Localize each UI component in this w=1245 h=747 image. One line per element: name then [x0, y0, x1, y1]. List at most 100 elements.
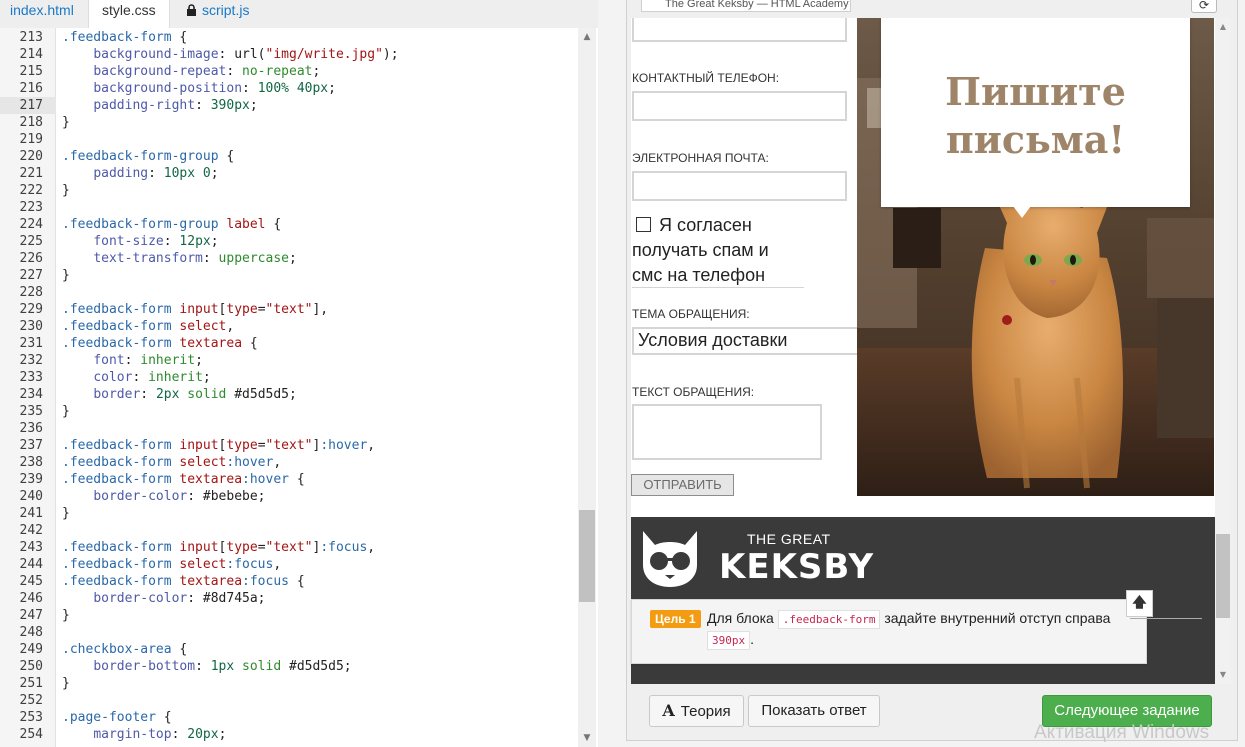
- line-number: 222: [19, 183, 43, 198]
- editor-tabbar: index.html style.css script.js: [0, 0, 598, 28]
- scroll-down-arrow-icon[interactable]: ▼: [1218, 670, 1228, 680]
- scroll-down-arrow-icon[interactable]: ▼: [582, 733, 592, 743]
- line-number: 246: [19, 591, 43, 606]
- line-number: 243: [19, 540, 43, 555]
- app-root: index.html style.css script.js 213 214 215…: [0, 0, 1245, 747]
- line-number: 233: [19, 370, 43, 385]
- code-token: :: [140, 387, 156, 402]
- scroll-up-arrow-icon[interactable]: ▲: [1218, 22, 1228, 32]
- code-line: }: [62, 505, 70, 522]
- editor-scrollbar[interactable]: ▲ ▼: [578, 28, 596, 747]
- line-number: 250: [19, 659, 43, 674]
- code-token: border-color: [93, 591, 188, 606]
- code-line: .feedback-form textarea:hover {: [62, 471, 305, 488]
- banner-heading: Пишите письма!: [945, 69, 1126, 162]
- scrollbar-thumb[interactable]: [579, 510, 595, 602]
- code-token: :focus: [320, 540, 368, 555]
- line-number: 227: [19, 268, 43, 283]
- code-token: :: [195, 659, 211, 674]
- code-token: "text": [265, 302, 313, 317]
- line-number: 248: [19, 625, 43, 640]
- subject-label: Тема обращения:: [632, 307, 750, 321]
- email-label: Электронная почта:: [632, 151, 769, 165]
- code-token: .feedback-form-group: [62, 149, 219, 164]
- windows-activation-watermark: Активация Windows: [1034, 722, 1210, 743]
- code-token: ,: [273, 455, 282, 470]
- task-text-end: .: [750, 631, 755, 647]
- preview-scrollbar[interactable]: ▲ ▼: [1215, 18, 1231, 684]
- code-token: ;: [249, 98, 258, 113]
- code-token: "text": [265, 540, 313, 555]
- code-area[interactable]: .feedback-form { background-image: url("…: [56, 28, 578, 747]
- code-line: border-color: #bebebe;: [62, 488, 265, 505]
- line-number: 221: [19, 166, 43, 181]
- code-token: text-transform: [93, 251, 203, 266]
- code-token: .feedback-form: [62, 574, 172, 589]
- message-textarea[interactable]: [632, 404, 822, 460]
- code-line: border: 2px solid #d5d5d5;: [62, 386, 297, 403]
- phone-field[interactable]: [632, 91, 847, 121]
- line-number: 226: [19, 251, 43, 266]
- refresh-button[interactable]: ⟳: [1191, 0, 1217, 13]
- code-token: .feedback-form: [62, 438, 172, 453]
- name-field[interactable]: [632, 18, 847, 42]
- code-token: solid: [187, 387, 227, 402]
- line-number: 240: [19, 489, 43, 504]
- code-token: :hover: [320, 438, 368, 453]
- code-token: .feedback-form: [62, 455, 172, 470]
- code-token: .feedback-form: [62, 540, 172, 555]
- code-line: .feedback-form {: [62, 29, 187, 46]
- tab-index-html[interactable]: index.html: [0, 0, 88, 28]
- show-answer-button[interactable]: Показать ответ: [748, 695, 880, 727]
- code-token: font: [93, 353, 125, 368]
- code-line: background-image: url("img/write.jpg");: [62, 46, 398, 63]
- pin-task-button[interactable]: 🡅: [1126, 590, 1153, 617]
- tab-script-js[interactable]: script.js: [170, 0, 260, 28]
- email-field[interactable]: [632, 171, 847, 201]
- code-line: }: [62, 675, 70, 692]
- message-label: Текст обращения:: [632, 385, 755, 399]
- code-token: input: [179, 540, 219, 555]
- code-token: ;: [328, 81, 336, 96]
- code-token: ,: [226, 319, 235, 334]
- line-number: 249: [19, 642, 43, 657]
- code-token: 12px: [179, 234, 211, 249]
- code-token: :focus: [242, 574, 289, 589]
- line-number: 254: [19, 727, 43, 742]
- code-token: select: [179, 319, 227, 334]
- line-number: 217: [0, 97, 56, 114]
- code-token: }: [62, 183, 70, 198]
- code-token: background-repeat: [93, 64, 227, 79]
- code-token: ,: [367, 438, 376, 453]
- speech-bubble: Пишите письма!: [881, 18, 1190, 207]
- tab-style-css[interactable]: style.css: [88, 0, 170, 28]
- theory-button[interactable]: A Теория: [649, 695, 744, 727]
- code-token: color: [93, 370, 133, 385]
- code-token: ;: [210, 166, 219, 181]
- code-editor: index.html style.css script.js 213 214 215…: [0, 0, 598, 747]
- code-token: ;: [195, 353, 203, 368]
- code-line: .checkbox-area {: [62, 641, 187, 658]
- code-line: font-size: 12px;: [62, 233, 218, 250]
- scrollbar-thumb[interactable]: [1216, 534, 1230, 618]
- line-number: 225: [19, 234, 43, 249]
- code-token: padding-right: [93, 98, 196, 113]
- line-number: 219: [19, 132, 43, 147]
- code-token: ,: [273, 557, 282, 572]
- speech-bubble-tail: [1013, 206, 1031, 218]
- submit-button[interactable]: ОТПРАВИТЬ: [631, 474, 734, 496]
- line-number: 242: [19, 523, 43, 538]
- line-number: 238: [19, 455, 43, 470]
- code-token: :hover: [226, 455, 274, 470]
- code-line: .feedback-form textarea {: [62, 335, 258, 352]
- arrow-up-icon: 🡅: [1132, 595, 1147, 611]
- line-number: 220: [19, 149, 43, 164]
- code-token: :hover: [242, 472, 289, 487]
- code-line: }: [62, 114, 70, 131]
- code-token: 2px: [155, 387, 180, 402]
- scroll-up-arrow-icon[interactable]: ▲: [582, 32, 592, 42]
